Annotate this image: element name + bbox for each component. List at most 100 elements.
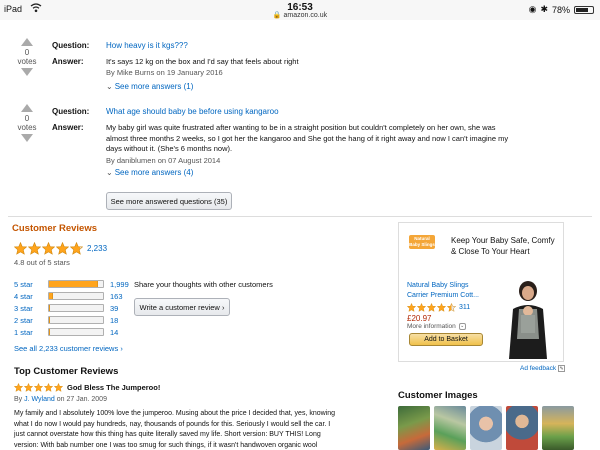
battery-percent: 78% [551,4,570,15]
question-link[interactable]: What age should baby be before using kan… [106,107,279,116]
see-more-answers-label: See more answers (4) [114,168,194,177]
see-more-questions-button[interactable]: See more answered questions (35) [106,192,232,210]
vote-count: 0 [24,48,30,57]
review-line: just cannot overstate how this thing has… [14,431,321,438]
customer-image-thumb[interactable] [434,406,466,450]
vote-count: 0 [24,114,30,123]
ad-more-info[interactable]: More information ⌄ [407,323,466,330]
feedback-icon: ✎ [558,365,566,372]
answer-byline: By daniblumen on 07 August 2014 [106,156,221,165]
histogram-row[interactable]: 4 star 163 [14,290,129,302]
star-icon [13,241,28,255]
histogram-count[interactable]: 18 [110,316,118,325]
star-icon [55,241,70,255]
review-author-link[interactable]: J. Wyland [24,396,55,403]
review-title[interactable]: God Bless The Jumperoo! [67,383,160,392]
upvote-icon[interactable] [21,38,33,46]
upvote-icon[interactable] [21,104,33,112]
star-icon [33,382,44,392]
histogram-bar [48,292,104,300]
ad-rating[interactable]: 311 [406,302,470,312]
histogram-count[interactable]: 1,999 [110,280,129,289]
chevron-down-icon: ⌄ [458,323,466,330]
answer-byline: By Mike Burns on 19 January 2016 [106,68,223,77]
vote-widget: 0 votes [12,104,42,142]
ad-price: £20.97 [407,314,432,323]
ad-product-title-line: Carrier Premium Cott... [407,292,479,299]
write-review-button[interactable]: Write a customer review › [134,298,230,316]
histogram-bar-fill [49,329,50,335]
histogram-row[interactable]: 3 star 39 [14,302,129,314]
vote-widget: 0 votes [12,38,42,76]
sponsored-ad[interactable]: Natural Baby Slings Keep Your Baby Safe,… [398,222,564,362]
see-more-answers-link[interactable]: ⌄ See more answers (4) [106,168,193,177]
customer-reviews-heading: Customer Reviews [12,223,98,234]
byline-prefix: By [14,396,23,403]
histogram-star-label[interactable]: 3 star [14,304,48,313]
histogram-star-label[interactable]: 1 star [14,328,48,337]
histogram-count[interactable]: 14 [110,328,118,337]
downvote-icon[interactable] [21,68,33,76]
review-line: My family and I absolutely 100% love the… [14,410,336,417]
ad-feedback-link[interactable]: Ad feedback ✎ [520,365,566,372]
brand-logo: Natural Baby Slings [409,235,435,249]
more-info-label: More information [407,323,456,330]
histogram-bar-fill [49,293,53,299]
question-label: Question: [52,107,90,116]
question-link[interactable]: How heavy is it kgs??? [106,41,188,50]
star-rating [13,382,64,392]
answer-label: Answer: [52,57,84,66]
chevron-down-icon: ⌄ [106,82,113,91]
star-icon [53,382,64,392]
customer-image-thumb[interactable] [506,406,538,450]
write-review-label: Write a customer review [139,302,220,312]
histogram-star-label[interactable]: 5 star [14,280,48,289]
rating-count-link[interactable]: 2,233 [87,244,107,253]
star-icon [27,241,42,255]
battery-icon [574,5,594,14]
star-icon [23,382,34,392]
question-label: Question: [52,41,90,50]
status-right: ◉ ✱ 78% [529,4,594,15]
overall-rating[interactable]: 2,233 [13,241,107,255]
star-icon [13,382,24,392]
customer-images-strip [398,406,574,450]
orientation-lock-icon: ◉ [528,4,537,14]
histogram-bar [48,280,104,288]
star-icon [43,382,54,392]
answer-line: days without it. (She's 6 months now). [106,144,233,153]
histogram-row[interactable]: 5 star 1,999 [14,278,129,290]
rating-histogram: 5 star 1,999 4 star 163 3 star 39 2 star… [14,278,129,338]
downvote-icon[interactable] [21,134,33,142]
product-image[interactable] [503,279,553,359]
address-bar[interactable]: 🔒 amazon.co.uk [0,11,600,19]
see-more-answers-label: See more answers (1) [114,82,194,91]
section-divider [8,216,592,217]
ad-rating-count[interactable]: 311 [459,304,470,311]
customer-image-thumb[interactable] [398,406,430,450]
see-all-reviews-label: See all 2,233 customer reviews [14,344,119,353]
histogram-star-label[interactable]: 4 star [14,292,48,301]
histogram-row[interactable]: 2 star 18 [14,314,129,326]
histogram-row[interactable]: 1 star 14 [14,326,129,338]
star-icon [416,302,427,312]
url-text: amazon.co.uk [283,12,328,19]
histogram-count[interactable]: 163 [110,292,123,301]
customer-image-thumb[interactable] [470,406,502,450]
review-body: My family and I absolutely 100% love the… [14,409,374,450]
histogram-bar [48,304,104,312]
histogram-count[interactable]: 39 [110,304,118,313]
star-icon [446,302,457,312]
customer-image-thumb[interactable] [542,406,574,450]
ad-product-title[interactable]: Natural Baby Slings Carrier Premium Cott… [407,281,479,301]
answer-text: It's says 12 kg on the box and I'd say t… [106,57,299,66]
customer-images-heading: Customer Images [398,390,478,401]
add-to-basket-button[interactable]: Add to Basket [409,333,483,346]
star-icon [426,302,437,312]
see-all-reviews-link[interactable]: See all 2,233 customer reviews › [14,344,123,353]
brand-logo-text: Natural Baby Slings [409,236,435,247]
histogram-bar-fill [49,305,51,311]
see-more-answers-link[interactable]: ⌄ See more answers (1) [106,82,193,91]
review-line: what I do now I would pay hundreds, nay,… [14,420,331,428]
histogram-star-label[interactable]: 2 star [14,316,48,325]
